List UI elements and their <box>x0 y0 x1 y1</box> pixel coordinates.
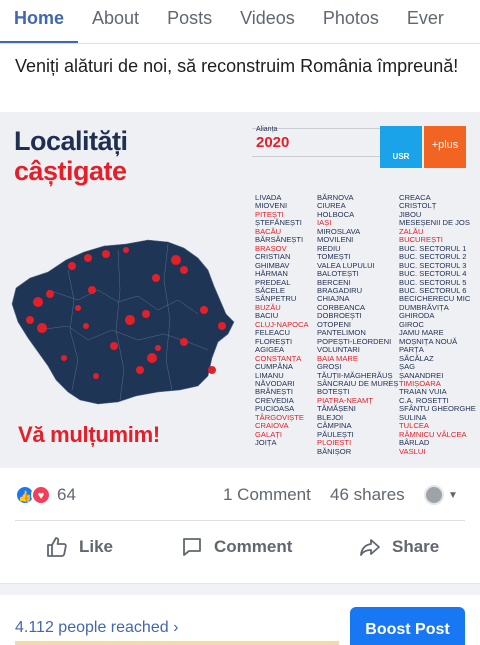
image-headline: Localități câștigate <box>14 126 128 186</box>
comments-count[interactable]: 1 Comment <box>223 485 311 505</box>
avatar[interactable] <box>424 485 444 505</box>
people-reached-link[interactable]: 4.112 people reached › <box>15 619 178 637</box>
share-icon <box>360 539 380 556</box>
tab-posts[interactable]: Posts <box>153 0 226 43</box>
love-reaction-icon: ♥ <box>31 485 51 505</box>
reach-bar <box>15 641 339 645</box>
tab-home[interactable]: Home <box>0 0 79 43</box>
divider <box>15 520 465 521</box>
reactions-summary[interactable]: 👍 ♥ 64 <box>15 484 76 506</box>
page-tabs: Home About Posts Videos Photos Ever <box>0 0 480 44</box>
like-label: Like <box>79 537 114 556</box>
post-image[interactable]: Localități câștigate Alianța 2020 USR +p… <box>0 112 480 468</box>
alliance-label: Alianța <box>256 126 278 133</box>
thumbs-up-icon <box>47 537 67 557</box>
shares-count[interactable]: 46 shares <box>330 485 405 505</box>
divider-line <box>252 156 380 157</box>
like-button[interactable]: Like <box>45 532 113 562</box>
romania-map <box>11 239 235 405</box>
headline-line-1: Localități <box>14 126 128 156</box>
alliance-year: 2020 <box>256 134 290 151</box>
thanks-text: Vă mulțumim! <box>18 422 160 447</box>
share-label: Share <box>392 537 440 556</box>
usr-logo: USR <box>380 126 422 168</box>
section-separator <box>0 583 480 595</box>
post-text: Veniți alături de noi, să reconstruim Ro… <box>15 56 459 76</box>
tab-events[interactable]: Ever <box>393 0 458 43</box>
people-reached-label: 4.112 people reached <box>15 619 169 636</box>
share-button[interactable]: Share <box>358 532 439 562</box>
tab-about[interactable]: About <box>78 0 153 43</box>
headline-line-2: câștigate <box>14 156 127 186</box>
comment-icon <box>183 538 201 556</box>
tab-videos[interactable]: Videos <box>226 0 309 43</box>
tab-photos[interactable]: Photos <box>309 0 393 43</box>
locality-name: VASLUI <box>399 446 426 456</box>
boost-post-button[interactable]: Boost Post <box>350 607 465 645</box>
plus-logo: +plus <box>424 126 466 168</box>
chevron-right-icon: › <box>173 619 179 636</box>
localities-column-3: CREACA CRISTOLȚ JIBOU MESEȘENII DE JOS ZALĂU… <box>399 193 480 456</box>
comment-button[interactable]: Comment <box>180 532 292 562</box>
reaction-count: 64 <box>57 485 76 504</box>
comment-label: Comment <box>214 537 293 556</box>
chevron-down-icon[interactable]: ▼ <box>448 490 458 501</box>
